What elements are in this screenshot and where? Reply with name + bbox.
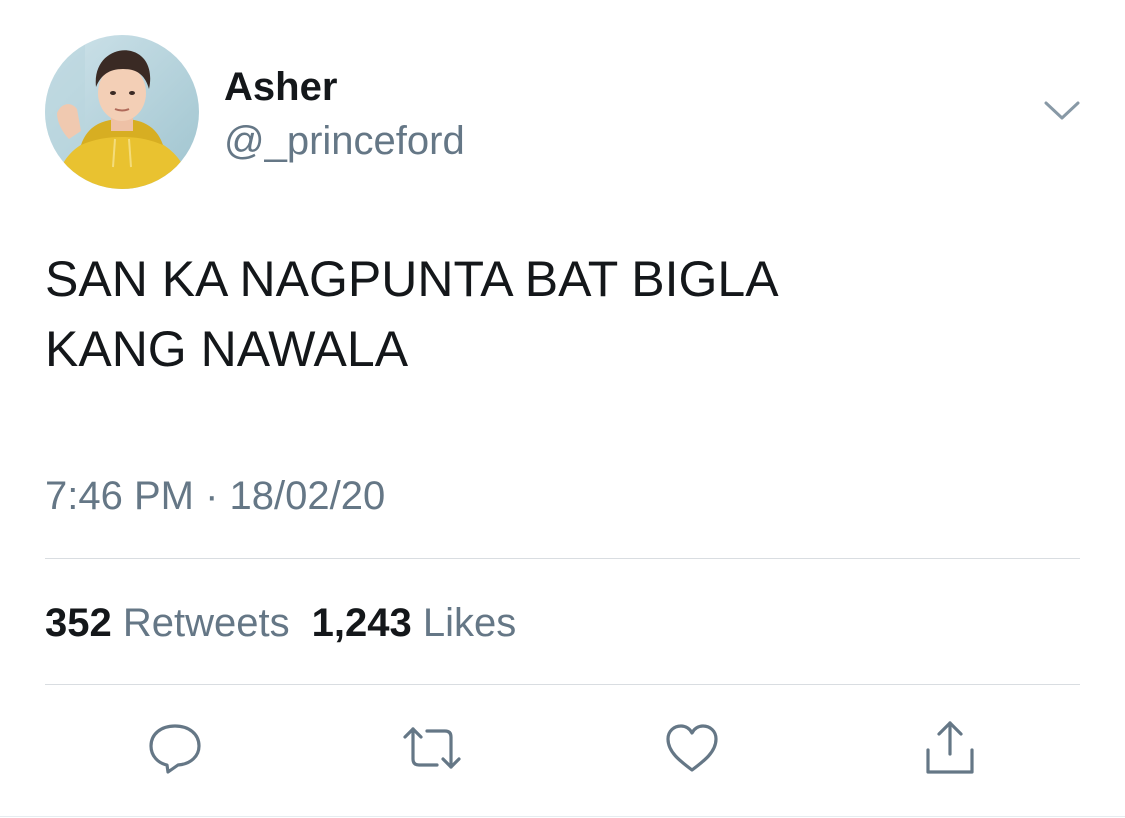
retweet-button[interactable]	[402, 720, 462, 780]
avatar-image	[45, 35, 199, 189]
tweet-text: SAN KA NAGPUNTA BAT BIGLA KANG NAWALA	[45, 244, 1065, 384]
reply-button[interactable]	[145, 720, 205, 780]
avatar[interactable]	[45, 35, 199, 189]
author-handle[interactable]: @_princeford	[224, 118, 465, 164]
share-icon	[922, 720, 978, 781]
divider	[45, 684, 1080, 685]
tweet-timestamp[interactable]: 7:46 PM · 18/02/20	[45, 473, 385, 519]
more-options-button[interactable]	[1040, 96, 1084, 130]
likes-count: 1,243	[311, 601, 412, 645]
reply-icon	[147, 721, 203, 780]
tweet-text-line: SAN KA NAGPUNTA BAT BIGLA	[45, 251, 779, 307]
heart-icon	[664, 722, 720, 779]
retweets-label: Retweets	[122, 601, 290, 645]
divider	[0, 816, 1125, 817]
chevron-down-icon	[1043, 100, 1081, 127]
tweet-text-line: KANG NAWALA	[45, 321, 409, 377]
tweet-stats: 352 Retweets 1,243 Likes	[45, 600, 516, 646]
retweet-icon	[401, 723, 463, 778]
share-button[interactable]	[920, 720, 980, 780]
retweets-count: 352	[45, 601, 112, 645]
likes-label: Likes	[422, 601, 517, 645]
retweets-stat[interactable]: 352 Retweets	[45, 601, 290, 645]
likes-stat[interactable]: 1,243 Likes	[312, 601, 517, 645]
like-button[interactable]	[662, 720, 722, 780]
author-display-name[interactable]: Asher	[224, 64, 337, 110]
divider	[45, 558, 1080, 559]
